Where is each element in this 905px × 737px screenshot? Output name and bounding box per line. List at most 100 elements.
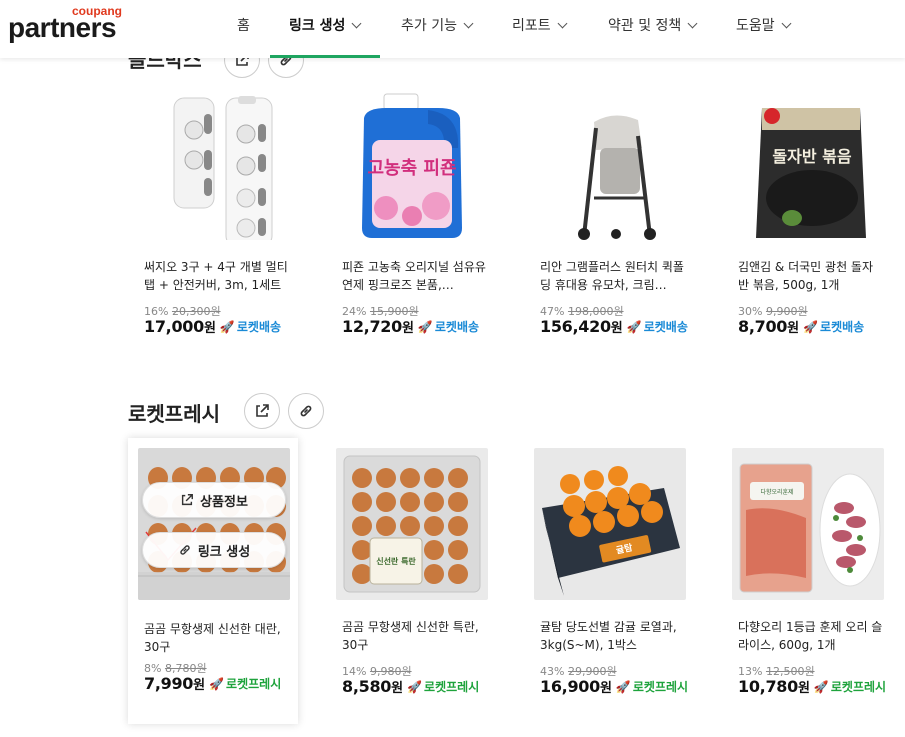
price-row: 8,580 원 🚀 로켓프레시 [342, 677, 479, 696]
currency-unit: 원 [599, 681, 612, 696]
chevron-down-icon [557, 18, 568, 28]
nav-link-create-label: 링크 생성 [289, 18, 346, 34]
product-name: 김앤김 & 더국민 광천 돌자반 볶음, 500g, 1개 [738, 260, 874, 292]
product-image-eggs-extra: 신선란 특란 [336, 448, 488, 600]
sale-price: 16,900 [540, 677, 600, 696]
price-row: 8,700 원 🚀 로켓배송 [738, 317, 864, 336]
rocket-delivery-badge: 🚀 로켓배송 [627, 318, 688, 335]
badge-label: 로켓배송 [236, 320, 282, 334]
product-image-tangerine: 귤탐 [534, 448, 686, 600]
currency-unit: 원 [787, 321, 800, 336]
sale-price: 12,720 [342, 317, 402, 336]
product-card-stroller[interactable]: 리안 그램플러스 원터치 퀵폴딩 휴대용 유모차, 크림… 47% 198,00… [524, 88, 694, 350]
currency-unit: 원 [797, 681, 810, 696]
rocket-fresh-badge: 🚀 로켓프레시 [616, 678, 688, 695]
badge-label: 로켓배송 [820, 320, 865, 334]
sale-price: 8,580 [342, 677, 392, 696]
link-icon [300, 405, 312, 417]
badge-label: 로켓프레시 [830, 680, 887, 694]
product-image-smoked-duck: 다향오리훈제 [732, 448, 884, 600]
sale-price: 10,780 [738, 677, 798, 696]
nav-help[interactable]: 도움말 [736, 15, 792, 35]
nav-report[interactable]: 리포트 [512, 15, 568, 35]
nav-home[interactable]: 홈 [237, 15, 250, 35]
product-card-eggs-extra[interactable]: 신선란 특란 곰곰 무항생제 신선한 특란, 30구 14% 9,980원 8,… [326, 448, 496, 710]
top-header: coupang partners 홈 링크 생성 추가 기능 리포트 약관 및 … [0, 0, 905, 58]
sale-price: 7,990 [144, 674, 194, 693]
currency-unit: 원 [203, 321, 216, 336]
product-image-fabric-softener: 고농축 피죤 [336, 88, 488, 240]
rocket-fresh-link-button[interactable] [288, 393, 324, 429]
fabric-brand-text: 고농축 피죤 [367, 158, 456, 179]
product-name: 곰곰 무항생제 신선한 대란, 30구 [144, 622, 281, 654]
chevron-down-icon [781, 18, 792, 28]
rocket-delivery-badge: 🚀 로켓배송 [220, 318, 281, 335]
product-card-seaweed[interactable]: 돌자반 볶음 김앤김 & 더국민 광천 돌자반 볶음, 500g, 1개 30%… [722, 88, 892, 350]
currency-unit: 원 [193, 678, 206, 693]
rocket-icon: 🚀 [813, 679, 829, 694]
rocket-fresh-open-button[interactable] [244, 393, 280, 429]
logo-partners-text: partners [8, 12, 117, 43]
create-link-button[interactable]: 링크 생성 [142, 532, 286, 568]
product-info-label: 상품정보 [200, 494, 248, 510]
product-name: 곰곰 무항생제 신선한 특란, 30구 [342, 620, 479, 652]
page: coupang partners 홈 링크 생성 추가 기능 리포트 약관 및 … [0, 0, 905, 737]
sale-price: 156,420 [540, 317, 611, 336]
nav-home-label: 홈 [237, 18, 250, 34]
nav-help-label: 도움말 [736, 18, 775, 34]
rocket-delivery-badge: 🚀 로켓배송 [803, 318, 864, 335]
product-name: 써지오 3구 + 4구 개별 멀티탭 + 안전커버, 3m, 1세트 [144, 260, 288, 292]
rocket-fresh-badge: 🚀 로켓프레시 [209, 675, 281, 692]
price-row: 156,420 원 🚀 로켓배송 [540, 317, 688, 336]
chevron-down-icon [351, 18, 362, 28]
product-name: 다향오리 1등급 훈제 오리 슬라이스, 600g, 1개 [738, 620, 883, 652]
external-link-icon [182, 494, 194, 506]
sale-price: 17,000 [144, 317, 204, 336]
external-link-icon [256, 404, 269, 417]
nav-link-create[interactable]: 링크 생성 [289, 15, 362, 35]
coupang-partners-logo[interactable]: coupang partners [8, 4, 128, 50]
product-image-stroller [534, 88, 686, 240]
nav-extra-features[interactable]: 추가 기능 [401, 15, 474, 35]
rocket-fresh-badge: 🚀 로켓프레시 [814, 678, 886, 695]
egg-label-text: 신선란 특란 [376, 556, 416, 566]
currency-unit: 원 [401, 321, 414, 336]
badge-label: 로켓프레시 [632, 680, 689, 694]
rocket-delivery-badge: 🚀 로켓배송 [418, 318, 479, 335]
product-name: 리안 그램플러스 원터치 퀵폴딩 휴대용 유모차, 크림… [540, 260, 684, 292]
product-image-eggs-large [138, 448, 290, 600]
rocket-icon: 🚀 [626, 319, 642, 334]
badge-label: 로켓프레시 [226, 677, 282, 691]
badge-label: 로켓배송 [434, 320, 480, 334]
product-card-tangerine[interactable]: 귤탐 귤탐 당도선별 감귤 로열과, 3kg(S~M), 1박스 43% 29,… [524, 448, 694, 710]
product-info-button[interactable]: 상품정보 [142, 482, 286, 518]
rocket-fresh-badge: 🚀 로켓프레시 [407, 678, 479, 695]
rocket-icon: 🚀 [803, 319, 819, 334]
product-card-multitap[interactable]: 써지오 3구 + 4구 개별 멀티탭 + 안전커버, 3m, 1세트 16% 2… [128, 88, 298, 350]
product-card-smoked-duck[interactable]: 다향오리훈제 다향오리 1등급 훈제 오리 슬라이스, 600g, 1개 13%… [722, 448, 892, 710]
product-image-multitap [138, 88, 290, 240]
link-icon [180, 545, 190, 555]
badge-label: 로켓프레시 [424, 680, 480, 694]
chevron-down-icon [463, 18, 474, 28]
rocket-icon: 🚀 [615, 679, 631, 694]
price-row: 10,780 원 🚀 로켓프레시 [738, 677, 886, 696]
sale-price: 8,700 [738, 317, 788, 336]
product-card-eggs-large[interactable]: 상품정보 링크 생성 곰곰 무항생제 신선한 대란, 30구 8% 8,780원… [128, 438, 298, 724]
currency-unit: 원 [610, 321, 623, 336]
section-title-rocket-fresh: 로켓프레시 [128, 402, 220, 426]
product-name: 피죤 고농축 오리지널 섬유유연제 핑크로즈 본품,… [342, 260, 486, 292]
price-row: 16,900 원 🚀 로켓프레시 [540, 677, 688, 696]
product-card-fabric-softener[interactable]: 고농축 피죤 피죤 고농축 오리지널 섬유유연제 핑크로즈 본품,… 24% 1… [326, 88, 496, 350]
nav-extra-features-label: 추가 기능 [401, 18, 457, 34]
nav-terms-policy[interactable]: 약관 및 정책 [608, 15, 698, 35]
badge-label: 로켓배송 [643, 320, 688, 334]
currency-unit: 원 [391, 681, 404, 696]
duck-label-text: 다향오리훈제 [760, 488, 793, 496]
product-image-seaweed: 돌자반 볶음 [732, 88, 884, 240]
rocket-icon: 🚀 [407, 679, 423, 694]
rocket-icon: 🚀 [209, 676, 225, 691]
create-link-label: 링크 생성 [197, 544, 251, 560]
price-row: 12,720 원 🚀 로켓배송 [342, 317, 479, 336]
rocket-icon: 🚀 [417, 319, 433, 334]
